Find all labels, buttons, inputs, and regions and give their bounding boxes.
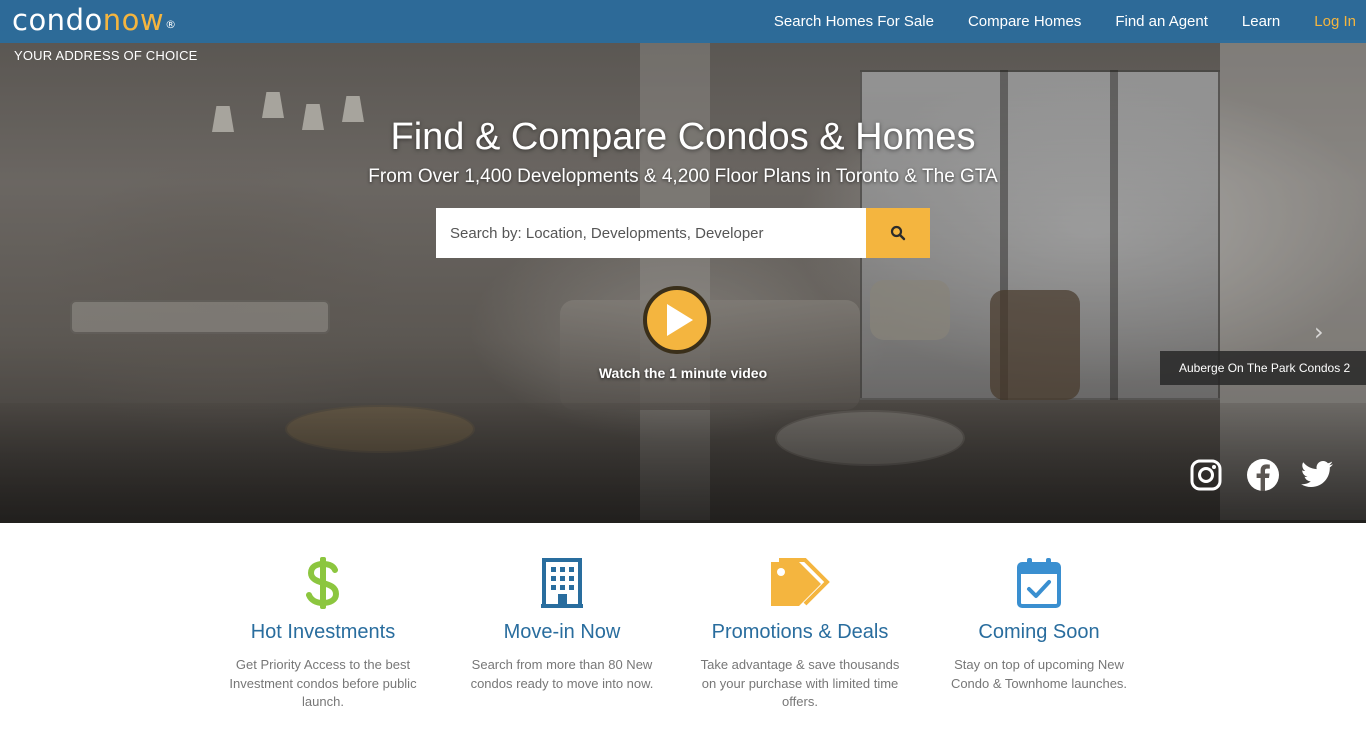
- slide-caption[interactable]: Auberge On The Park Condos 2: [1160, 351, 1366, 385]
- feature-title[interactable]: Move-in Now: [452, 621, 672, 644]
- facebook-icon: [1247, 459, 1279, 491]
- instagram-icon: [1190, 459, 1222, 491]
- play-video-button[interactable]: [643, 286, 711, 354]
- search-input[interactable]: [436, 208, 866, 258]
- condonow-logo[interactable]: condonow®: [12, 2, 177, 38]
- play-icon: [667, 304, 693, 336]
- top-navbar: condonow® Search Homes For Sale Compare …: [0, 0, 1366, 43]
- calendar-check-icon: [929, 555, 1149, 611]
- logo-text-now: now: [102, 3, 165, 37]
- feature-title[interactable]: Promotions & Deals: [690, 621, 910, 644]
- hero-subtitle: From Over 1,400 Developments & 4,200 Flo…: [368, 166, 998, 187]
- feature-title[interactable]: Hot Investments: [213, 621, 433, 644]
- search-button[interactable]: [866, 208, 930, 258]
- building-icon: [452, 555, 672, 611]
- login-link[interactable]: Log In: [1314, 13, 1356, 30]
- facebook-link[interactable]: [1246, 458, 1280, 492]
- nav-links: Search Homes For Sale Compare Homes Find…: [740, 0, 1366, 43]
- feature-title[interactable]: Coming Soon: [929, 621, 1149, 644]
- hero-overlay: [0, 0, 1366, 523]
- hero-background: [0, 0, 1366, 523]
- feature-promotions-deals[interactable]: Promotions & Deals Take advantage & save…: [690, 555, 910, 712]
- twitter-link[interactable]: [1300, 458, 1334, 492]
- feature-description: Stay on top of upcoming New Condo & Town…: [950, 657, 1128, 691]
- nav-compare-homes[interactable]: Compare Homes: [968, 13, 1081, 30]
- feature-hot-investments[interactable]: Hot Investments Get Priority Access to t…: [213, 555, 433, 712]
- feature-description: Take advantage & save thousands on your …: [700, 657, 900, 709]
- nav-find-agent[interactable]: Find an Agent: [1115, 13, 1208, 30]
- logo-text-condo: condo: [12, 3, 103, 37]
- hero-title: Find & Compare Condos & Homes: [390, 116, 976, 158]
- feature-description: Get Priority Access to the best Investme…: [229, 657, 417, 709]
- carousel-next-icon[interactable]: ›: [1314, 318, 1324, 346]
- nav-learn[interactable]: Learn: [1242, 13, 1280, 30]
- dollar-icon: [213, 555, 433, 611]
- tags-icon: [690, 555, 910, 611]
- feature-coming-soon[interactable]: Coming Soon Stay on top of upcoming New …: [929, 555, 1149, 693]
- instagram-link[interactable]: [1189, 458, 1223, 492]
- nav-search-homes[interactable]: Search Homes For Sale: [774, 13, 934, 30]
- twitter-icon: [1301, 461, 1333, 487]
- brand-tagline: YOUR ADDRESS OF CHOICE: [14, 48, 198, 63]
- feature-description: Search from more than 80 New condos read…: [470, 657, 654, 691]
- feature-move-in-now[interactable]: Move-in Now Search from more than 80 New…: [452, 555, 672, 693]
- search-icon: [890, 225, 906, 241]
- registered-mark: ®: [165, 18, 177, 31]
